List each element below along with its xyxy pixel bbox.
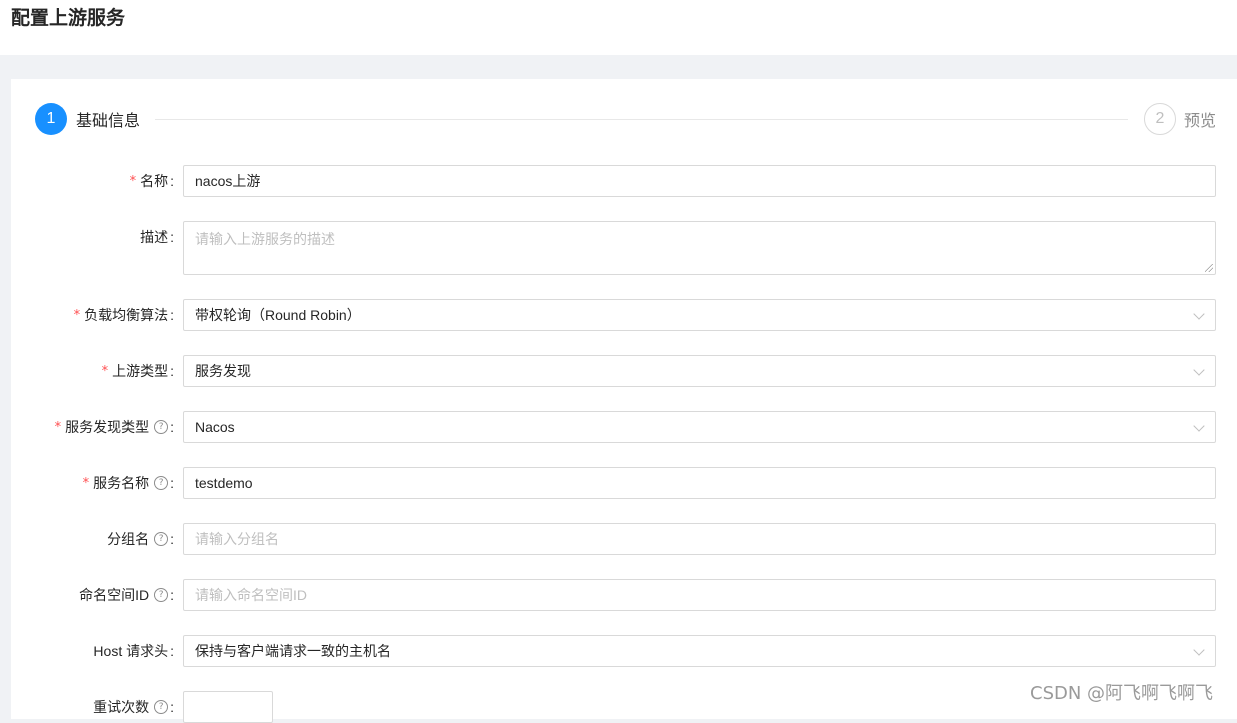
name-label: * 名称: — [129, 173, 174, 189]
resize-grip-icon[interactable] — [1205, 264, 1213, 272]
form-card: 1 基础信息 2 预览 * 名称: nacos上游 描述: 请输入上游服务的描述… — [11, 79, 1237, 723]
namespace-id-label: 命名空间ID ?: — [79, 587, 174, 603]
host-header-select[interactable]: 保持与客户端请求一致的主机名 — [183, 635, 1216, 667]
chevron-down-icon — [1193, 644, 1205, 656]
question-circle-icon[interactable]: ? — [154, 532, 169, 546]
discovery-type-select[interactable]: Nacos — [183, 411, 1216, 443]
retries-input[interactable] — [183, 691, 273, 723]
service-name-input[interactable]: testdemo — [183, 467, 1216, 499]
chevron-down-icon — [1193, 308, 1205, 320]
group-name-label: 分组名 ?: — [107, 531, 174, 547]
group-name-input[interactable]: 请输入分组名 — [183, 523, 1216, 555]
question-circle-icon[interactable]: ? — [154, 420, 169, 434]
step-preview[interactable]: 2 预览 — [1144, 103, 1216, 135]
step-1-number: 1 — [35, 103, 67, 135]
step-basic-info[interactable]: 1 基础信息 — [35, 103, 140, 135]
load-balance-select[interactable]: 带权轮询（Round Robin） — [183, 299, 1216, 331]
service-name-label: * 服务名称 ?: — [82, 475, 174, 491]
question-circle-icon[interactable]: ? — [154, 588, 169, 602]
host-header-label: Host 请求头: — [93, 643, 174, 659]
discovery-type-label: * 服务发现类型 ?: — [54, 419, 174, 435]
retries-label: 重试次数 ?: — [93, 699, 174, 715]
watermark: CSDN @阿飞啊飞啊飞 — [1030, 683, 1214, 704]
upstream-type-select[interactable]: 服务发现 — [183, 355, 1216, 387]
question-circle-icon[interactable]: ? — [154, 476, 169, 490]
description-label: 描述: — [140, 229, 174, 245]
upstream-type-label: * 上游类型: — [101, 363, 174, 379]
required-mark: * — [101, 363, 109, 379]
required-mark: * — [129, 173, 137, 189]
page-title: 配置上游服务 — [11, 8, 126, 29]
step-2-label: 预览 — [1184, 113, 1217, 130]
name-input[interactable]: nacos上游 — [183, 165, 1216, 197]
page-header: 配置上游服务 — [0, 0, 1237, 55]
question-circle-icon[interactable]: ? — [154, 700, 169, 714]
required-mark: * — [82, 475, 90, 491]
description-textarea[interactable]: 请输入上游服务的描述 — [183, 221, 1216, 275]
load-balance-label: * 负载均衡算法: — [73, 307, 174, 323]
step-connector-line — [155, 119, 1128, 120]
step-2-number: 2 — [1144, 103, 1176, 135]
chevron-down-icon — [1193, 420, 1205, 432]
required-mark: * — [54, 419, 62, 435]
chevron-down-icon — [1193, 364, 1205, 376]
namespace-id-input[interactable]: 请输入命名空间ID — [183, 579, 1216, 611]
required-mark: * — [73, 307, 81, 323]
step-1-label: 基础信息 — [76, 113, 141, 130]
